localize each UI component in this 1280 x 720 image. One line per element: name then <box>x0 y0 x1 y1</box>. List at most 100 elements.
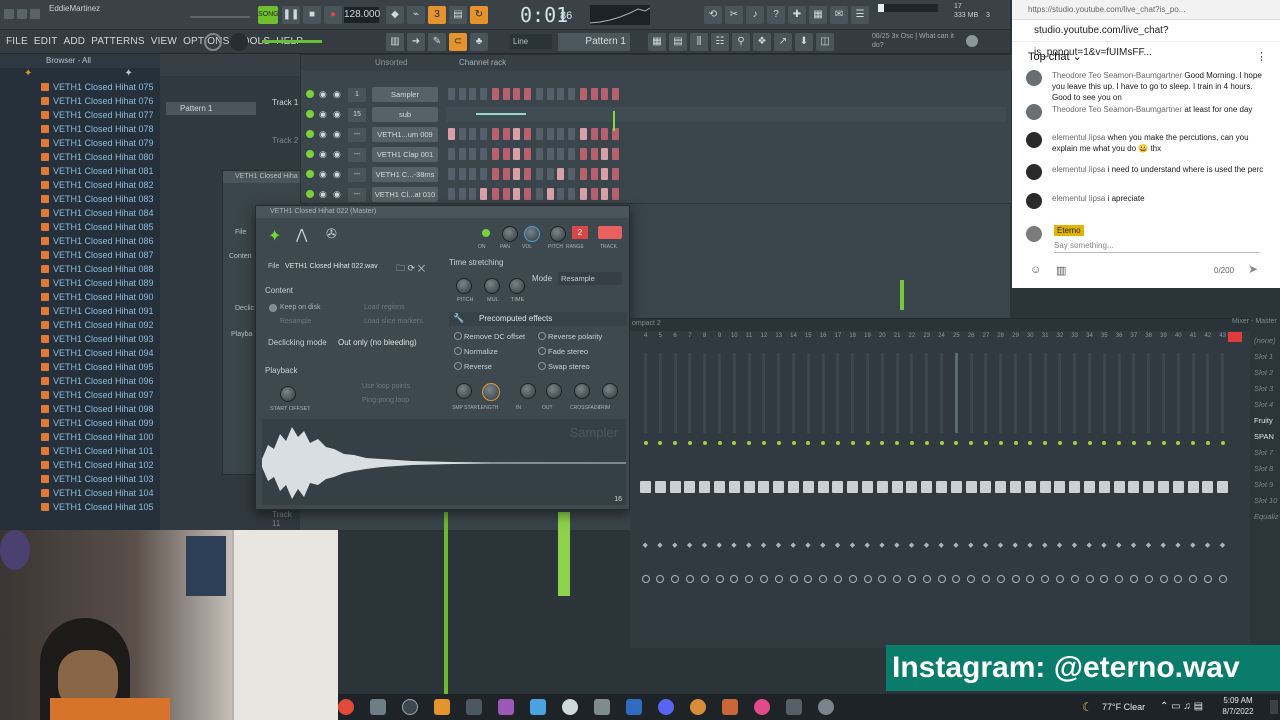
channel-led[interactable] <box>306 190 314 198</box>
browser-item[interactable]: VETH1 Closed Hihat 100 <box>0 430 160 444</box>
step-button[interactable] <box>523 88 531 100</box>
chat-author[interactable]: elementul lipsa <box>1052 165 1105 174</box>
declicking-select[interactable]: Out only (no bleeding) <box>338 338 417 347</box>
step-button[interactable] <box>492 168 499 180</box>
step-button[interactable] <box>458 148 466 160</box>
step-button[interactable] <box>448 88 455 100</box>
browser-item[interactable]: VETH1 Closed Hihat 101 <box>0 444 160 458</box>
channel-led[interactable] <box>306 150 314 158</box>
tempo-display[interactable]: 128.000 <box>344 7 380 23</box>
step-button[interactable] <box>611 148 619 160</box>
folder-icon[interactable]: 🗀 ⟳ ✕ <box>396 261 425 277</box>
channel-pan-knob[interactable]: ◉ <box>319 109 327 120</box>
step-button[interactable] <box>479 188 487 200</box>
app-icon-13[interactable] <box>722 699 738 715</box>
mixer-slot[interactable]: (none) <box>1254 336 1279 352</box>
browser-item[interactable]: VETH1 Closed Hihat 089 <box>0 276 160 290</box>
step-button[interactable] <box>469 168 476 180</box>
step-button[interactable] <box>479 128 487 140</box>
top-chat-title[interactable]: Top chat ⌄ <box>1028 50 1082 63</box>
step-button[interactable] <box>502 128 510 140</box>
step-button[interactable] <box>523 148 531 160</box>
mixer-slot[interactable]: Slot 9 <box>1254 480 1279 496</box>
step-button[interactable] <box>492 88 499 100</box>
start-offset-knob[interactable] <box>280 386 296 402</box>
channel-mixer-track[interactable]: --- <box>348 148 366 162</box>
browser-item[interactable]: VETH1 Closed Hihat 105 <box>0 500 160 514</box>
menu-view[interactable]: VIEW <box>151 36 177 47</box>
channel-vol-knob[interactable]: ◉ <box>333 129 341 140</box>
snap-select[interactable]: Line <box>510 34 552 49</box>
metronome-button[interactable]: ◆ <box>386 6 404 24</box>
browser-item[interactable]: VETH1 Closed Hihat 077 <box>0 108 160 122</box>
step-button[interactable] <box>557 168 564 180</box>
app-icon-6[interactable] <box>498 699 514 715</box>
mixer-view-icon[interactable]: ⫼ <box>690 33 708 51</box>
mixer-strip[interactable]: 9 ◆ <box>712 333 727 653</box>
pencil-icon[interactable]: ✎ <box>428 33 446 51</box>
record-button[interactable]: ● <box>324 6 342 24</box>
step-button[interactable] <box>557 188 564 200</box>
effect-toggle[interactable] <box>454 332 462 340</box>
browser-item[interactable]: VETH1 Closed Hihat 082 <box>0 178 160 192</box>
browser-item[interactable]: VETH1 Closed Hihat 090 <box>0 290 160 304</box>
step-button[interactable] <box>601 148 608 160</box>
mixer-strip[interactable]: 10 ◆ <box>727 333 742 653</box>
master-pitch-knob[interactable] <box>230 33 248 51</box>
mixer-slot[interactable]: Slot 4 <box>1254 400 1279 416</box>
effect-toggle[interactable] <box>538 347 546 355</box>
track-2-label[interactable]: Track 2 <box>272 136 298 145</box>
wrench-tab-icon[interactable]: ✇ <box>326 226 337 242</box>
channel-mixer-track[interactable]: --- <box>348 168 366 182</box>
minimize-button[interactable] <box>4 9 14 19</box>
mixer-strip[interactable]: 38 ◆ <box>1141 333 1156 653</box>
step-button[interactable] <box>523 128 531 140</box>
channel-name-button[interactable]: Sampler <box>372 87 438 102</box>
fx-knob[interactable] <box>602 383 618 399</box>
track-button[interactable] <box>598 226 622 239</box>
step-button[interactable] <box>546 168 554 180</box>
step-button[interactable] <box>492 128 499 140</box>
mixer-slot[interactable]: Slot 7 <box>1254 448 1279 464</box>
song-mode-toggle[interactable]: SONG <box>258 6 279 24</box>
step-button[interactable] <box>479 88 487 100</box>
step-button[interactable] <box>513 88 520 100</box>
app-icon-10[interactable] <box>626 699 642 715</box>
step-button[interactable] <box>590 148 598 160</box>
mixer-slot[interactable]: Slot 2 <box>1254 368 1279 384</box>
browser-item[interactable]: VETH1 Closed Hihat 092 <box>0 318 160 332</box>
fx-knob[interactable] <box>520 383 536 399</box>
step-button[interactable] <box>458 188 466 200</box>
mixer-strip[interactable]: 25 ◆ <box>949 333 964 653</box>
effect-toggle[interactable] <box>538 362 546 370</box>
step-button[interactable] <box>590 188 598 200</box>
pattern-selector[interactable]: Pattern 1 <box>558 33 630 51</box>
mixer-strip[interactable]: 19 ◆ <box>860 333 875 653</box>
browser-item[interactable]: VETH1 Closed Hihat 078 <box>0 122 160 136</box>
step-button[interactable] <box>590 168 598 180</box>
ts-mul-knob[interactable] <box>484 278 500 294</box>
keep-on-disk-radio[interactable] <box>269 304 277 312</box>
step-button[interactable] <box>611 88 619 100</box>
channel-pan-knob[interactable]: ◉ <box>319 89 327 100</box>
mixer-strip[interactable]: 16 ◆ <box>816 333 831 653</box>
notification-icon[interactable] <box>1270 700 1278 714</box>
step-button[interactable] <box>567 148 575 160</box>
channel-led[interactable] <box>306 90 314 98</box>
step-button[interactable] <box>546 188 554 200</box>
loop-record-button[interactable]: ↻ <box>470 6 488 24</box>
restore-button[interactable] <box>17 9 27 19</box>
step-button[interactable] <box>479 148 487 160</box>
channel-vol-knob[interactable]: ◉ <box>333 169 341 180</box>
step-button[interactable] <box>611 168 619 180</box>
app-icon-15[interactable] <box>786 699 802 715</box>
browser-item[interactable]: VETH1 Closed Hihat 095 <box>0 360 160 374</box>
play-button[interactable]: ❚❚ <box>282 6 300 24</box>
browser-icon[interactable]: ☰ <box>851 6 869 24</box>
step-button[interactable] <box>502 148 510 160</box>
arrow-icon[interactable]: ➜ <box>407 33 425 51</box>
step-button[interactable] <box>601 168 608 180</box>
mixer-slot[interactable]: Slot 1 <box>1254 352 1279 368</box>
mixer-strip[interactable]: 27 ◆ <box>978 333 993 653</box>
on-led[interactable] <box>482 229 490 237</box>
